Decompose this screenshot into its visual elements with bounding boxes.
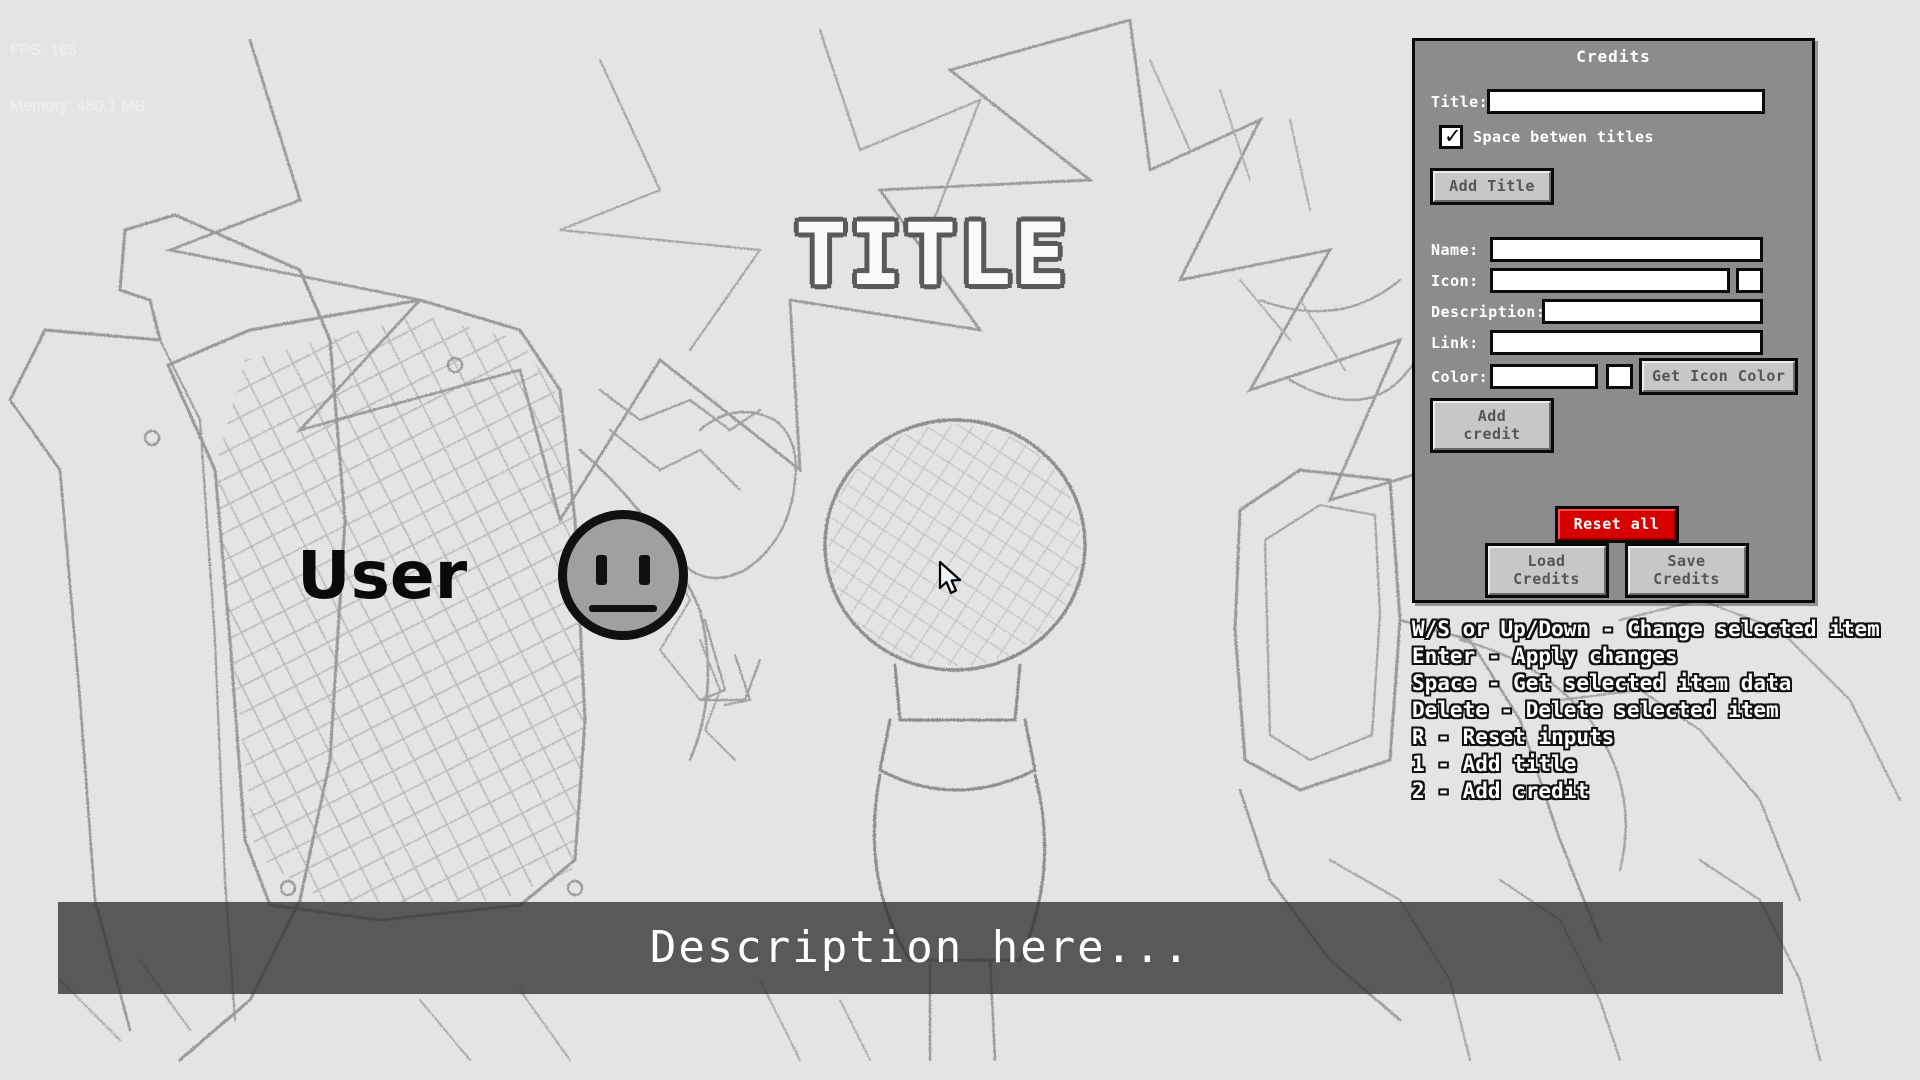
credits-editor-panel: Credits Title: ✓ Space betwen titles Add…	[1412, 38, 1815, 603]
face-right-eye-icon	[639, 555, 650, 585]
color-label: Color:	[1431, 367, 1489, 386]
description-input[interactable]	[1542, 299, 1763, 324]
add-credit-button[interactable]: Add credit	[1430, 398, 1554, 453]
title-label: Title:	[1431, 92, 1489, 111]
icon-field-row: Icon:	[1431, 268, 1763, 293]
credits-preview-title: TITLE	[792, 202, 1070, 309]
save-credits-button[interactable]: Save Credits	[1624, 543, 1749, 598]
memory-readout: Memory: 450.1 MB	[10, 98, 146, 116]
get-icon-color-button[interactable]: Get Icon Color	[1638, 358, 1799, 395]
credits-preview-name: User	[297, 537, 468, 614]
link-label: Link:	[1431, 333, 1479, 352]
space-between-titles-checkbox[interactable]: ✓	[1439, 125, 1463, 149]
reset-all-button[interactable]: Reset all	[1554, 506, 1679, 543]
icon-label: Icon:	[1431, 271, 1479, 290]
load-credits-button[interactable]: Load Credits	[1484, 543, 1609, 598]
space-between-titles-row[interactable]: ✓ Space betwen titles	[1439, 125, 1654, 149]
space-between-titles-label: Space betwen titles	[1473, 128, 1655, 146]
link-input[interactable]	[1490, 330, 1763, 355]
title-field-row: Title:	[1431, 89, 1765, 114]
title-input[interactable]	[1487, 89, 1765, 114]
fps-readout: FPS: 165	[10, 41, 77, 59]
icon-color-swatch[interactable]	[1736, 268, 1763, 293]
app-viewport: FPS: 165 Memory: 450.1 MB TITLE User Des…	[0, 0, 1920, 1080]
description-label: Description:	[1431, 302, 1546, 321]
add-title-row: Add Title	[1430, 168, 1554, 205]
name-label: Name:	[1431, 240, 1479, 259]
checkmark-icon: ✓	[1444, 124, 1462, 148]
load-save-row: Load Credits Save Credits	[1415, 543, 1818, 598]
description-field-row: Description:	[1431, 299, 1763, 324]
credits-description-text: Description here...	[649, 922, 1192, 973]
neutral-face-icon	[558, 510, 688, 640]
color-input[interactable]	[1490, 364, 1598, 389]
mouse-cursor	[938, 560, 962, 595]
name-input[interactable]	[1490, 237, 1763, 262]
add-title-button[interactable]: Add Title	[1430, 168, 1554, 205]
perf-overlay: FPS: 165 Memory: 450.1 MB	[10, 4, 145, 155]
face-left-eye-icon	[596, 555, 607, 585]
name-field-row: Name:	[1431, 237, 1763, 262]
credits-description-bar: Description here...	[58, 902, 1783, 994]
link-field-row: Link:	[1431, 330, 1763, 355]
keyboard-shortcuts-help: W/S or Up/Down - Change selected item En…	[1412, 617, 1880, 803]
add-credit-row: Add credit	[1430, 398, 1554, 453]
face-mouth-icon	[589, 605, 657, 612]
reset-all-row: Reset all	[1415, 506, 1818, 543]
icon-input[interactable]	[1490, 268, 1730, 293]
panel-heading: Credits	[1576, 47, 1651, 66]
color-field-row: Color: Get Icon Color	[1431, 358, 1799, 395]
color-preview-swatch[interactable]	[1606, 364, 1633, 389]
